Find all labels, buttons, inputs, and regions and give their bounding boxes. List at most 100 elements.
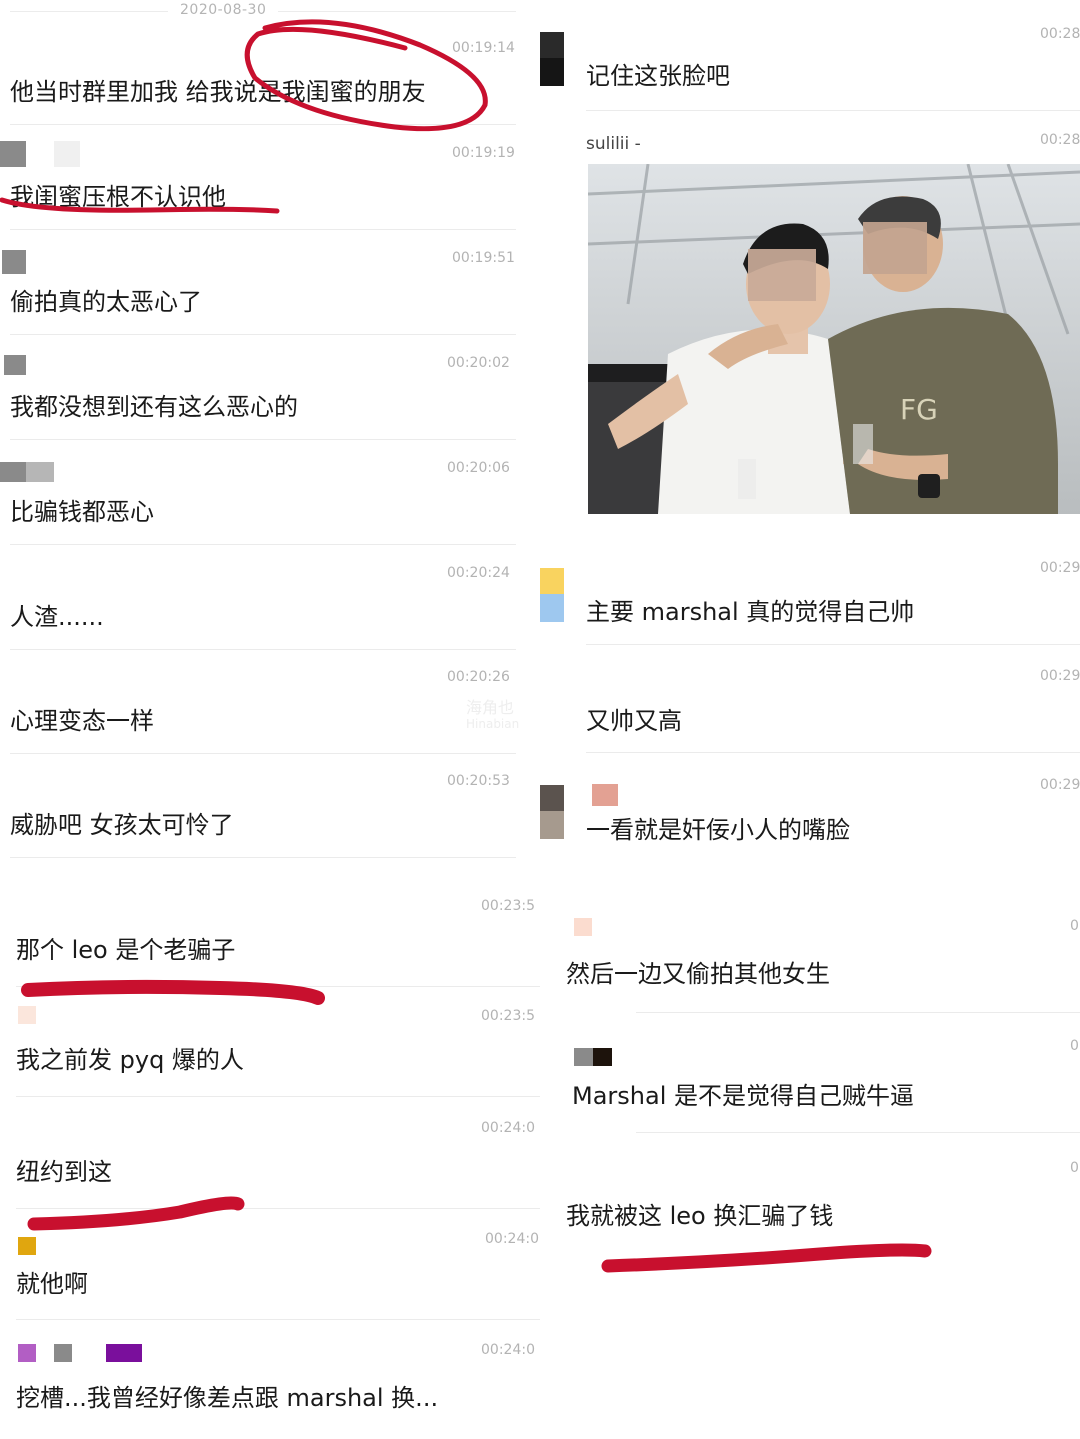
photo-image: FG (588, 164, 1080, 514)
message-timestamp: 0 (1070, 1038, 1079, 1054)
message-timestamp: 00:24:0 (481, 1342, 535, 1358)
chat-message[interactable]: 00:20:26 心理变态一样 (0, 669, 540, 754)
chat-message[interactable]: 00:20:24 人渣...... (0, 565, 540, 650)
chat-message[interactable]: 00:23:5 那个 leo 是个老骗子 (0, 898, 540, 988)
message-timestamp: 00:24:0 (481, 1120, 535, 1136)
message-divider (10, 857, 516, 858)
avatar[interactable] (0, 462, 54, 482)
left-chat-column: 2020-08-30 00:19:14 他当时群里加我 给我说是我闺蜜的朋友 0… (0, 0, 540, 1439)
message-text: 我之前发 pyq 爆的人 (16, 1046, 244, 1074)
avatar[interactable] (18, 1237, 36, 1255)
message-divider (586, 752, 1080, 753)
chat-message[interactable]: 00:20:53 威胁吧 女孩太可怜了 (0, 773, 540, 858)
avatar[interactable] (18, 1006, 36, 1024)
message-text: 又帅又高 (586, 707, 682, 735)
message-text: 我闺蜜压根不认识他 (10, 183, 226, 211)
message-text: Marshal 是不是觉得自己贼牛逼 (572, 1082, 914, 1110)
message-divider (636, 1012, 1080, 1013)
avatar (106, 1344, 142, 1362)
chat-message[interactable]: 00:19:19 我闺蜜压根不认识他 (0, 141, 540, 230)
chat-message[interactable]: 00:29 一看就是奸佞小人的嘴脸 (540, 777, 1080, 877)
chat-message[interactable]: 0 我就被这 leo 换汇骗了钱 (540, 1160, 1080, 1255)
watermark: 海角也 Hinabian (466, 700, 519, 732)
avatar[interactable] (2, 250, 26, 274)
chat-message[interactable]: 0 然后一边又偷拍其他女生 (540, 918, 1080, 1013)
watermark-subtext: Hinabian (466, 717, 520, 731)
message-text: 偷拍真的太恶心了 (10, 288, 202, 316)
message-timestamp: 00:29 (1040, 668, 1080, 684)
message-text: 我都没想到还有这么恶心的 (10, 393, 298, 421)
message-text: 那个 leo 是个老骗子 (16, 936, 236, 964)
message-timestamp: 00:19:51 (452, 250, 515, 266)
message-divider (10, 439, 516, 440)
date-label: 2020-08-30 (168, 2, 279, 18)
shirt-print: FG (900, 393, 938, 426)
chat-message[interactable]: 00:24:0 就他啊 (0, 1231, 540, 1321)
avatar (54, 141, 80, 167)
message-timestamp: 00:20:53 (447, 773, 510, 789)
chat-message[interactable]: 00:28 记住这张脸吧 (540, 26, 1080, 111)
message-divider (10, 753, 516, 754)
avatar[interactable] (540, 785, 564, 839)
avatar[interactable] (540, 568, 564, 622)
message-divider (10, 544, 516, 545)
message-text: 我就被这 leo 换汇骗了钱 (566, 1202, 834, 1230)
message-text: 纽约到这 (16, 1158, 112, 1186)
chat-message[interactable]: 00:20:06 比骗钱都恶心 (0, 460, 540, 545)
message-text: 挖槽...我曾经好像差点跟 marshal 换... (16, 1384, 439, 1412)
message-text: 比骗钱都恶心 (10, 498, 154, 526)
message-text: 威胁吧 女孩太可怜了 (10, 811, 234, 839)
message-timestamp: 00:20:06 (447, 460, 510, 476)
message-text: 主要 marshal 真的觉得自己帅 (586, 598, 915, 626)
chat-message[interactable]: 00:20:02 我都没想到还有这么恶心的 (0, 355, 540, 440)
message-timestamp: 00:20:24 (447, 565, 510, 581)
message-timestamp: 00:29 (1040, 777, 1080, 793)
chat-message[interactable]: 0 Marshal 是不是觉得自己贼牛逼 (540, 1038, 1080, 1133)
message-divider (636, 1132, 1080, 1133)
shared-photo[interactable]: FG (588, 164, 1080, 514)
avatar[interactable] (4, 355, 26, 375)
chat-message[interactable]: 00:29 又帅又高 (540, 668, 1080, 753)
message-timestamp: 00:20:02 (447, 355, 510, 371)
chat-message[interactable]: 00:29 主要 marshal 真的觉得自己帅 (540, 560, 1080, 645)
avatar (54, 1344, 72, 1362)
message-divider (586, 644, 1080, 645)
message-timestamp: 00:23:5 (481, 898, 535, 914)
message-timestamp: 00:23:5 (481, 1008, 535, 1024)
watermark-text: 海角也 (466, 698, 515, 717)
message-timestamp: 00:24:0 (485, 1231, 539, 1247)
avatar[interactable] (0, 141, 26, 167)
message-timestamp: 00:28 (1040, 26, 1080, 42)
message-timestamp: 00:19:14 (452, 40, 515, 56)
message-text: 心理变态一样 (10, 707, 154, 735)
chat-message[interactable]: 00:23:5 我之前发 pyq 爆的人 (0, 1006, 540, 1098)
avatar[interactable] (18, 1344, 36, 1362)
message-timestamp: 0 (1070, 1160, 1079, 1176)
message-text: 然后一边又偷拍其他女生 (566, 960, 830, 988)
message-divider (16, 1096, 540, 1097)
avatar[interactable] (540, 32, 564, 86)
message-timestamp: 00:29 (1040, 560, 1080, 576)
right-chat-column: 00:28 记住这张脸吧 sulilii - 00:28 FG 00:29 主要… (540, 0, 1080, 1439)
message-timestamp: 00:20:26 (447, 669, 510, 685)
chat-message[interactable]: 00:19:14 他当时群里加我 给我说是我闺蜜的朋友 (0, 40, 540, 125)
message-divider (16, 1208, 540, 1209)
message-divider (16, 986, 540, 987)
message-divider (10, 649, 516, 650)
avatar[interactable] (574, 918, 592, 936)
message-divider (10, 229, 516, 230)
message-text: 就他啊 (16, 1270, 88, 1298)
message-timestamp: 0 (1070, 918, 1079, 934)
message-divider (586, 110, 1080, 111)
chat-message[interactable]: 00:24:0 纽约到这 (0, 1120, 540, 1210)
sender-name: sulilii - (586, 134, 641, 154)
avatar (592, 784, 618, 806)
chat-message[interactable]: sulilii - 00:28 (540, 132, 1080, 154)
message-text: 人渣...... (10, 603, 104, 631)
message-timestamp: 00:28 (1040, 132, 1080, 148)
message-divider (16, 1319, 540, 1320)
chat-message[interactable]: 00:24:0 挖槽...我曾经好像差点跟 marshal 换... (0, 1342, 540, 1432)
message-divider (10, 334, 516, 335)
chat-message[interactable]: 00:19:51 偷拍真的太恶心了 (0, 250, 540, 335)
avatar[interactable] (574, 1048, 612, 1066)
